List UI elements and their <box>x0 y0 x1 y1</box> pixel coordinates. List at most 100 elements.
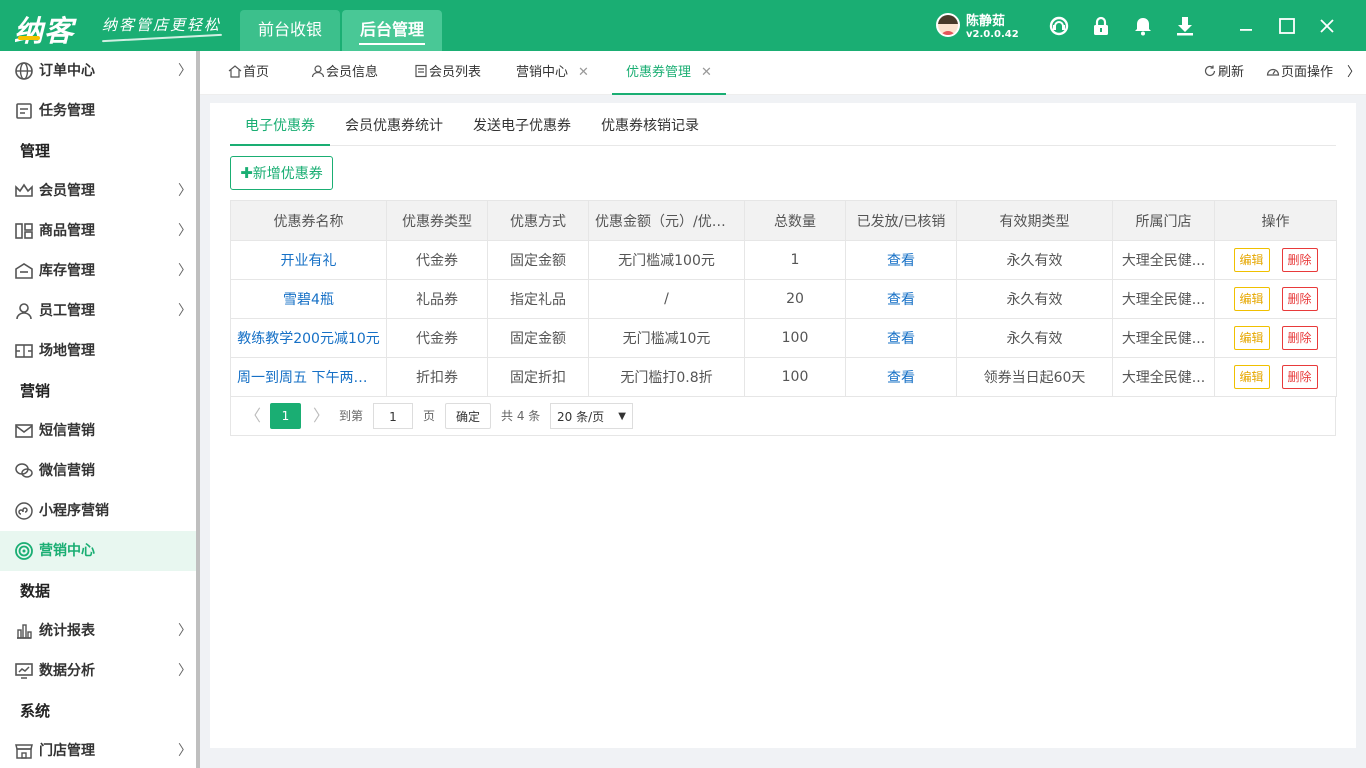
coupon-name-link[interactable]: 开业有礼 <box>230 240 387 280</box>
page-number-current[interactable]: 1 <box>270 403 301 429</box>
tab-member-info[interactable]: 会员信息 <box>311 51 378 95</box>
tab-member-list[interactable]: 会员列表 <box>414 51 481 95</box>
column-header[interactable]: 优惠金额（元）/优惠... <box>588 200 745 241</box>
tab-coupon-redemption-records[interactable]: 优惠券核销记录 <box>601 103 699 146</box>
close-icon[interactable]: ✕ <box>701 65 712 80</box>
tab-member-coupon-stats[interactable]: 会员优惠券统计 <box>345 103 443 146</box>
column-header[interactable]: 总数量 <box>744 200 846 241</box>
coupon-amount: / <box>588 279 745 319</box>
main-tab-cashier[interactable]: 前台收银 <box>240 10 340 51</box>
user-name[interactable]: 陈静茹 <box>966 10 1005 29</box>
edit-button[interactable]: 编辑 <box>1233 248 1270 272</box>
column-header[interactable]: 所属门店 <box>1112 200 1215 241</box>
prev-page-button[interactable]: 〈 <box>245 403 261 429</box>
chevron-right-icon[interactable]: 〉 <box>1347 51 1360 95</box>
coupon-store: 大理全民健... <box>1112 279 1215 319</box>
sidebar-item-marketing-center[interactable]: 营销中心 <box>0 531 196 571</box>
edit-button[interactable]: 编辑 <box>1233 365 1270 389</box>
total-count: 共 4 条 <box>501 409 541 423</box>
tab-coupon-management[interactable]: 优惠券管理 ✕ <box>612 51 726 95</box>
coupon-method: 指定礼品 <box>487 279 589 319</box>
edit-button[interactable]: 编辑 <box>1233 287 1270 311</box>
page-operations-button[interactable]: 页面操作 <box>1266 51 1333 95</box>
column-header[interactable]: 优惠方式 <box>487 200 589 241</box>
chevron-right-icon: 〉 <box>178 183 192 199</box>
chevron-right-icon: 〉 <box>178 303 192 319</box>
delete-button[interactable]: 删除 <box>1281 287 1318 311</box>
close-window-icon[interactable] <box>1316 15 1338 37</box>
chevron-right-icon: 〉 <box>178 663 192 679</box>
column-header[interactable]: 优惠券类型 <box>386 200 488 241</box>
sidebar-item-products[interactable]: 商品管理 〉 <box>0 211 196 251</box>
sidebar-item-miniprogram[interactable]: 小程序营销 <box>0 491 196 531</box>
coupon-type: 代金券 <box>386 318 488 358</box>
goto-page-input[interactable]: 1 <box>373 403 413 429</box>
mail-icon <box>14 421 34 441</box>
sidebar-item-wechat[interactable]: 微信营销 <box>0 451 196 491</box>
top-bar: 纳客 纳客管店更轻松 前台收银 后台管理 陈静茹 v2.0.0.42 <box>0 0 1366 51</box>
view-issued-link[interactable]: 查看 <box>845 318 957 358</box>
column-header[interactable]: 已发放/已核销 <box>845 200 957 241</box>
close-icon[interactable]: ✕ <box>578 65 589 80</box>
coupon-name-link[interactable]: 周一到周五 下午两小... <box>230 357 387 397</box>
row-actions: 编辑 删除 <box>1214 240 1337 280</box>
user-icon <box>311 64 325 78</box>
support-icon[interactable] <box>1048 15 1070 37</box>
sidebar-item-orders[interactable]: 订单中心 〉 <box>0 51 196 91</box>
page-size-select[interactable]: 20 条/页 ▼ <box>550 403 633 429</box>
view-issued-link[interactable]: 查看 <box>845 279 957 319</box>
refresh-button[interactable]: 刷新 <box>1203 51 1244 95</box>
table-row: 教练教学200元减10元 代金券 固定金额 无门槛减10元 100 查看 永久有… <box>230 318 1337 358</box>
coupon-validity: 永久有效 <box>956 279 1113 319</box>
coupon-name-link[interactable]: 教练教学200元减10元 <box>230 318 387 358</box>
bell-icon[interactable] <box>1132 15 1154 37</box>
next-page-button[interactable]: 〉 <box>313 403 329 429</box>
tab-home[interactable]: 首页 <box>228 51 269 95</box>
coupon-table: 优惠券名称 优惠券类型 优惠方式 优惠金额（元）/优惠... 总数量 已发放/已… <box>230 200 1337 397</box>
row-actions: 编辑 删除 <box>1214 279 1337 319</box>
product-icon <box>14 221 34 241</box>
download-icon[interactable] <box>1174 15 1196 37</box>
edit-button[interactable]: 编辑 <box>1233 326 1270 350</box>
add-coupon-button[interactable]: ✚新增优惠券 <box>230 156 333 190</box>
sidebar-scrollbar[interactable] <box>196 51 200 768</box>
delete-button[interactable]: 删除 <box>1281 326 1318 350</box>
lock-icon[interactable] <box>1090 15 1112 37</box>
main-content: 电子优惠券 会员优惠券统计 发送电子优惠券 优惠券核销记录 ✚新增优惠券 优惠券… <box>210 103 1356 748</box>
view-issued-link[interactable]: 查看 <box>845 240 957 280</box>
sidebar-item-members[interactable]: 会员管理 〉 <box>0 171 196 211</box>
coupon-total: 100 <box>744 357 846 397</box>
delete-button[interactable]: 删除 <box>1281 365 1318 389</box>
tab-send-e-coupons[interactable]: 发送电子优惠券 <box>473 103 571 146</box>
sidebar-item-stores[interactable]: 门店管理 〉 <box>0 731 196 768</box>
coupon-store: 大理全民健... <box>1112 357 1215 397</box>
coupon-amount: 无门槛打0.8折 <box>588 357 745 397</box>
sidebar-item-inventory[interactable]: 库存管理 〉 <box>0 251 196 291</box>
chevron-right-icon: 〉 <box>178 223 192 239</box>
sidebar-item-tasks[interactable]: 任务管理 <box>0 91 196 131</box>
chevron-right-icon: 〉 <box>178 623 192 639</box>
table-row: 雪碧4瓶 礼品券 指定礼品 / 20 查看 永久有效 大理全民健... 编辑 删除 <box>230 279 1337 319</box>
sidebar-item-reports[interactable]: 统计报表 〉 <box>0 611 196 651</box>
sidebar-item-analytics[interactable]: 数据分析 〉 <box>0 651 196 691</box>
main-tab-admin[interactable]: 后台管理 <box>342 10 442 51</box>
tab-marketing-center[interactable]: 营销中心 ✕ <box>516 51 589 95</box>
coupon-store: 大理全民健... <box>1112 318 1215 358</box>
sidebar-item-sms[interactable]: 短信营销 <box>0 411 196 451</box>
goto-label: 到第 <box>339 409 364 423</box>
view-issued-link[interactable]: 查看 <box>845 357 957 397</box>
tab-e-coupons[interactable]: 电子优惠券 <box>230 103 330 146</box>
goto-confirm-button[interactable]: 确定 <box>445 403 491 429</box>
sidebar-item-staff[interactable]: 员工管理 〉 <box>0 291 196 331</box>
maximize-icon[interactable] <box>1276 15 1298 37</box>
home-icon <box>228 64 242 78</box>
avatar[interactable] <box>936 13 960 37</box>
coupon-name-link[interactable]: 雪碧4瓶 <box>230 279 387 319</box>
user-icon <box>14 301 34 321</box>
minimize-icon[interactable] <box>1236 15 1258 37</box>
column-header[interactable]: 有效期类型 <box>956 200 1113 241</box>
coupon-method: 固定金额 <box>487 318 589 358</box>
delete-button[interactable]: 删除 <box>1281 248 1318 272</box>
column-header[interactable]: 优惠券名称 <box>230 200 387 241</box>
sidebar-item-venues[interactable]: 场地管理 <box>0 331 196 371</box>
